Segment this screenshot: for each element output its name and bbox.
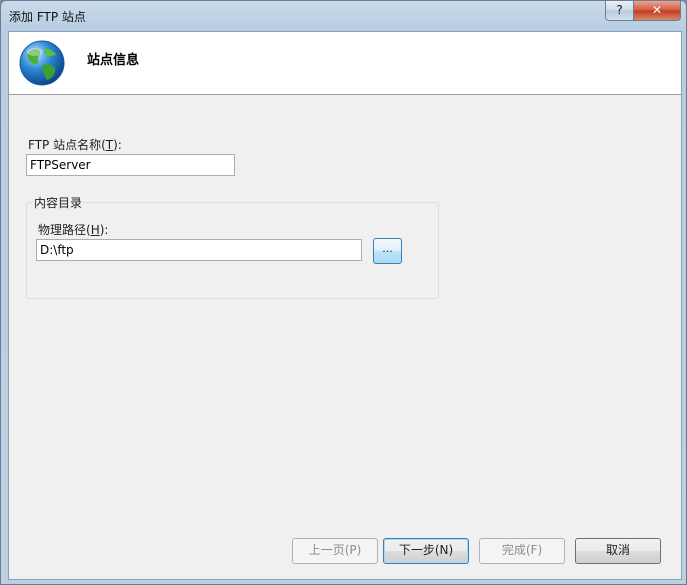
dialog-window: 添加 FTP 站点 ? ✕ 站点信息 FTP 站点名称(T): FTPServe… xyxy=(0,0,687,585)
previous-button[interactable]: 上一页(P) xyxy=(292,538,378,564)
physical-path-label: 物理路径(H): xyxy=(38,223,109,237)
physical-path-input[interactable]: D:\ftp xyxy=(36,239,362,261)
cancel-button[interactable]: 取消 xyxy=(575,538,661,564)
help-button[interactable]: ? xyxy=(605,1,634,21)
page-header: 站点信息 xyxy=(9,32,681,95)
window-title: 添加 FTP 站点 xyxy=(9,10,86,24)
close-button[interactable]: ✕ xyxy=(633,1,681,21)
title-bar[interactable]: 添加 FTP 站点 ? ✕ xyxy=(1,1,686,31)
site-name-input[interactable]: FTPServer xyxy=(26,154,235,176)
content-directory-title: 内容目录 xyxy=(33,194,84,211)
finish-button[interactable]: 完成(F) xyxy=(479,538,565,564)
page-title: 站点信息 xyxy=(87,53,140,68)
dialog-client-area: 站点信息 FTP 站点名称(T): FTPServer 内容目录 物理路径(H)… xyxy=(8,31,682,580)
site-name-label: FTP 站点名称(T): xyxy=(28,138,122,152)
next-button[interactable]: 下一步(N) xyxy=(383,538,469,564)
browse-button[interactable]: ... xyxy=(373,238,402,264)
globe-icon xyxy=(19,40,65,86)
